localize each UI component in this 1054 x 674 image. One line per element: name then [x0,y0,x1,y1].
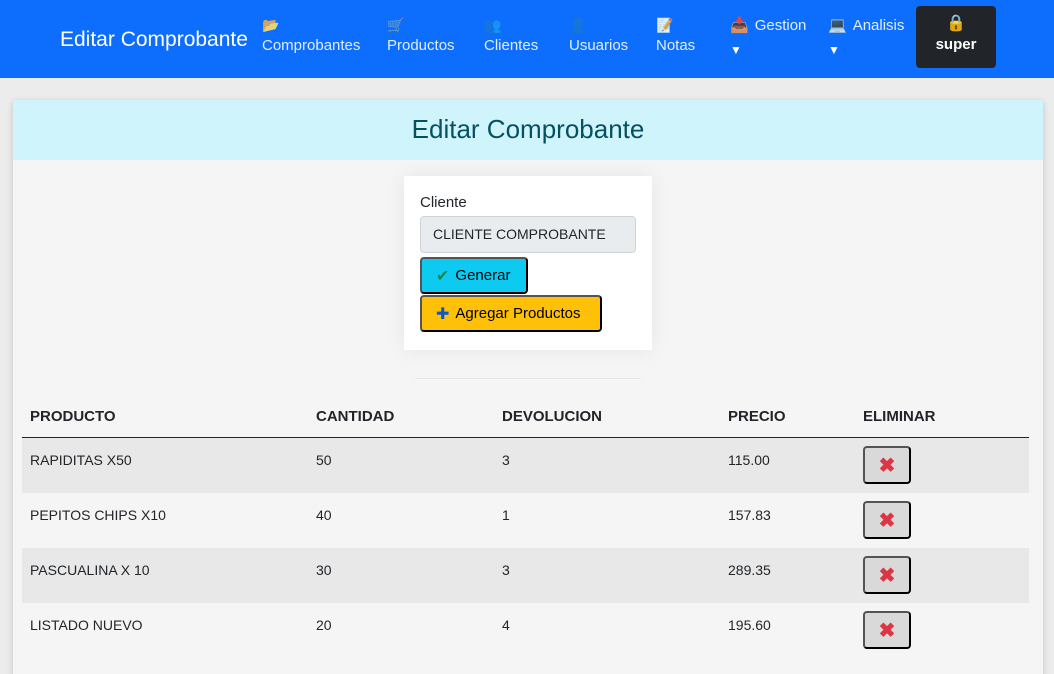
edit-card: Editar Comprobante Cliente CLIENTE COMPR… [13,100,1043,674]
delete-x-icon: ✖ [878,619,896,642]
plus-icon: ✚ [436,305,450,323]
table-row: PEPITOS CHIPS X10 40 1 157.83 ✖ [22,493,1029,548]
quantity-cell: 40 [316,507,332,523]
table-row: LISTADO NUEVO 20 4 195.60 ✖ [22,603,1029,658]
column-header: PRECIO [728,408,786,425]
price-cell: 195.60 [728,617,771,633]
username: super [935,36,977,53]
table-row: RAPIDITAS X50 50 3 115.00 ✖ [22,438,1029,493]
quantity-cell: 30 [316,562,332,578]
nav-analisis-dropdown[interactable]: 💻 Analisis ▼ [828,14,904,62]
return-cell: 3 [502,562,510,578]
quantity-cell: 20 [316,617,332,633]
return-cell: 1 [502,507,510,523]
caret-down-icon: ▼ [730,43,742,57]
client-select[interactable]: CLIENTE COMPROBANTE [420,216,636,253]
add-products-label: Agregar Productos [455,305,581,322]
check-icon: ✔ [436,267,450,285]
column-header: ELIMINAR [863,408,936,425]
delete-x-icon: ✖ [878,564,896,587]
delete-x-icon: ✖ [878,454,896,477]
caret-down-icon: ▼ [828,43,840,57]
client-label: Cliente [420,194,467,211]
comprobante-form: Cliente CLIENTE COMPROBANTE ✔ Generar ✚ … [404,176,652,350]
shopping-cart-icon: 🛒 [387,17,405,33]
clients-icon: 👥 [484,17,502,33]
price-cell: 115.00 [728,452,770,468]
nav-label: Usuarios [569,37,629,54]
laptop-icon: 💻 [828,17,847,34]
column-header: CANTIDAD [316,408,395,425]
generate-label: Generar [455,267,511,284]
generate-button[interactable]: ✔ Generar [420,257,528,294]
column-header: PRODUCTO [30,408,116,425]
nav-label: Productos [387,37,455,54]
nav-label: Analisis [852,17,905,34]
delete-x-icon: ✖ [878,509,896,532]
delete-row-button[interactable]: ✖ [863,501,911,539]
return-cell: 4 [502,617,510,633]
price-cell: 157.83 [728,507,771,523]
nav-comprobantes[interactable]: 📂 Comprobantes [262,16,360,58]
user-icon: 👤 [569,17,587,33]
price-cell: 289.35 [728,562,771,578]
gestion-icon: 📥 [730,17,749,34]
navbar: Editar Comprobante 📂 Comprobantes 🛒 Prod… [0,0,1054,78]
nav-notas[interactable]: 📝 Notas [656,16,695,58]
page-title: Editar Comprobante [411,114,645,144]
product-cell: PEPITOS CHIPS X10 [30,507,166,523]
nav-gestion-dropdown[interactable]: 📥 Gestion ▼ [730,14,806,62]
product-cell: LISTADO NUEVO [30,617,143,633]
delete-row-button[interactable]: ✖ [863,556,911,594]
delete-row-button[interactable]: ✖ [863,446,911,484]
nav-label: Gestion [754,17,807,34]
nav-label: Clientes [484,37,539,54]
lock-icon: 🔒 [946,15,966,32]
table-row: PASCUALINA X 10 30 3 289.35 ✖ [22,548,1029,603]
delete-row-button[interactable]: ✖ [863,611,911,649]
return-cell: 3 [502,452,510,468]
products-table: PRODUCTO CANTIDAD DEVOLUCION PRECIO ELIM… [22,396,1029,658]
navbar-brand[interactable]: Editar Comprobante [60,28,248,52]
nav-usuarios[interactable]: 👤 Usuarios [569,16,628,58]
nav-label: Notas [656,37,696,54]
nav-label: Comprobantes [262,37,361,54]
table-header: PRODUCTO CANTIDAD DEVOLUCION PRECIO ELIM… [22,396,1029,438]
quantity-cell: 50 [316,452,332,468]
notes-icon: 📝 [656,17,674,33]
divider [415,378,641,379]
column-header: DEVOLUCION [502,408,603,425]
folder-icon: 📂 [262,17,280,33]
add-products-button[interactable]: ✚ Agregar Productos [420,295,602,332]
nav-productos[interactable]: 🛒 Productos [387,16,455,58]
product-cell: RAPIDITAS X50 [30,452,132,468]
user-menu-button[interactable]: 🔒 super [916,6,996,68]
product-cell: PASCUALINA X 10 [30,562,150,578]
nav-clientes[interactable]: 👥 Clientes [484,16,538,58]
card-header: Editar Comprobante [13,100,1043,160]
